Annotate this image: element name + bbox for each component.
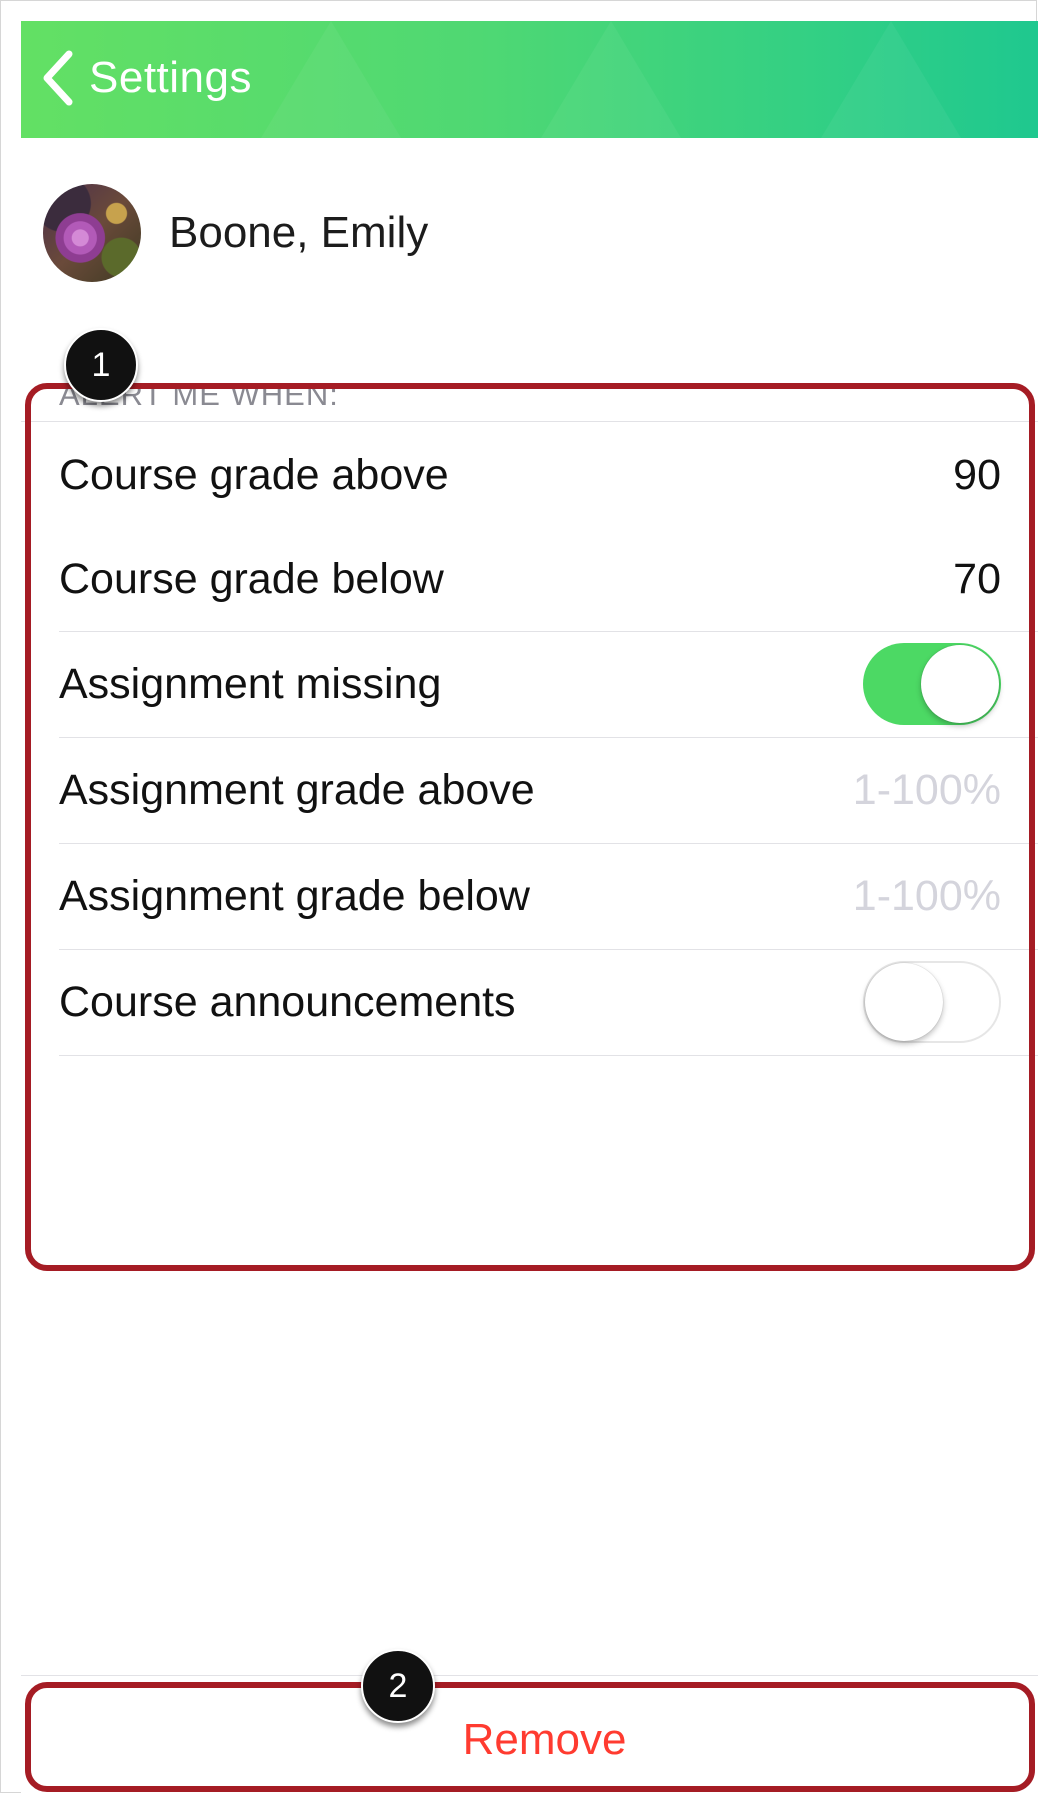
assignment-grade-above-input[interactable] bbox=[781, 765, 1001, 815]
student-profile: Boone, Emily bbox=[43, 183, 428, 283]
toggle-knob bbox=[865, 963, 943, 1041]
back-button-label: Settings bbox=[89, 53, 252, 102]
callout-badge-2: 2 bbox=[361, 1649, 435, 1723]
row-divider bbox=[59, 1055, 1038, 1056]
navbar-pattern bbox=[821, 21, 961, 138]
back-button[interactable]: Settings bbox=[39, 43, 252, 113]
app-screen: Settings Boone, Emily ALERT ME WHEN: Cou… bbox=[21, 21, 1038, 1794]
assignment-grade-above-row[interactable]: Assignment grade above bbox=[59, 738, 1001, 842]
remove-student-button[interactable]: Remove bbox=[21, 1676, 1038, 1794]
navbar-pattern bbox=[261, 21, 401, 138]
course-grade-below-row[interactable]: Course grade below bbox=[59, 527, 1001, 631]
callout-badge-1: 1 bbox=[64, 328, 138, 402]
assignment-grade-above-label: Assignment grade above bbox=[59, 765, 535, 814]
course-grade-below-label: Course grade below bbox=[59, 554, 444, 603]
assignment-grade-below-row[interactable]: Assignment grade below bbox=[59, 844, 1001, 948]
screenshot-frame: Settings Boone, Emily ALERT ME WHEN: Cou… bbox=[0, 0, 1038, 1794]
navbar-pattern bbox=[541, 21, 681, 138]
assignment-grade-below-label: Assignment grade below bbox=[59, 871, 530, 920]
course-grade-above-input[interactable] bbox=[821, 450, 1001, 500]
student-name: Boone, Emily bbox=[169, 208, 429, 257]
remove-button-label: Remove bbox=[462, 1715, 627, 1764]
course-grade-below-input[interactable] bbox=[821, 554, 1001, 604]
chevron-left-icon bbox=[43, 50, 73, 106]
toggle-knob bbox=[921, 645, 999, 723]
navigation-bar: Settings bbox=[21, 21, 1038, 138]
assignment-missing-toggle[interactable] bbox=[863, 643, 1001, 725]
course-announcements-label: Course announcements bbox=[59, 977, 516, 1026]
assignment-missing-label: Assignment missing bbox=[59, 659, 442, 708]
course-grade-above-label: Course grade above bbox=[59, 450, 449, 499]
assignment-grade-below-input[interactable] bbox=[781, 871, 1001, 921]
course-announcements-row: Course announcements bbox=[59, 950, 1001, 1054]
course-grade-above-row[interactable]: Course grade above bbox=[59, 423, 1001, 527]
avatar bbox=[43, 184, 141, 282]
section-divider bbox=[21, 421, 1038, 422]
assignment-missing-row: Assignment missing bbox=[59, 632, 1001, 736]
course-announcements-toggle[interactable] bbox=[863, 961, 1001, 1043]
